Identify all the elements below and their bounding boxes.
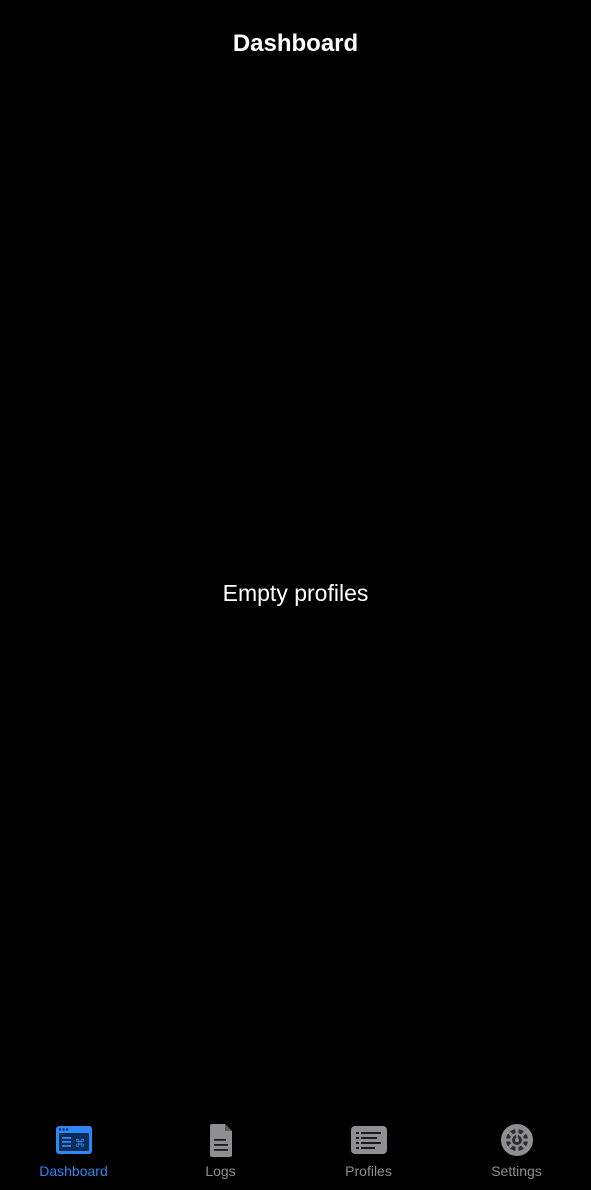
tab-bar: ⌘ Dashboard Logs Profiles Settings [0,1110,591,1190]
list-icon [349,1122,389,1158]
gear-icon [497,1122,537,1158]
page-title: Dashboard [232,30,359,57]
tab-label-settings: Settings [491,1163,542,1179]
navigation-bar: Dashboard [0,0,591,88]
tab-label-profiles: Profiles [345,1163,392,1179]
svg-text:⌘: ⌘ [74,1137,85,1150]
tab-dashboard[interactable]: ⌘ Dashboard [0,1110,147,1190]
tab-settings[interactable]: Settings [443,1110,590,1190]
terminal-window-icon: ⌘ [54,1122,94,1158]
main-content: Empty profiles [0,88,591,1110]
empty-state-message: Empty profiles [222,580,369,606]
document-icon [201,1122,241,1158]
tab-label-dashboard: Dashboard [39,1163,108,1179]
tab-profiles[interactable]: Profiles [295,1110,442,1190]
tab-logs[interactable]: Logs [147,1110,294,1190]
tab-label-logs: Logs [205,1163,236,1179]
